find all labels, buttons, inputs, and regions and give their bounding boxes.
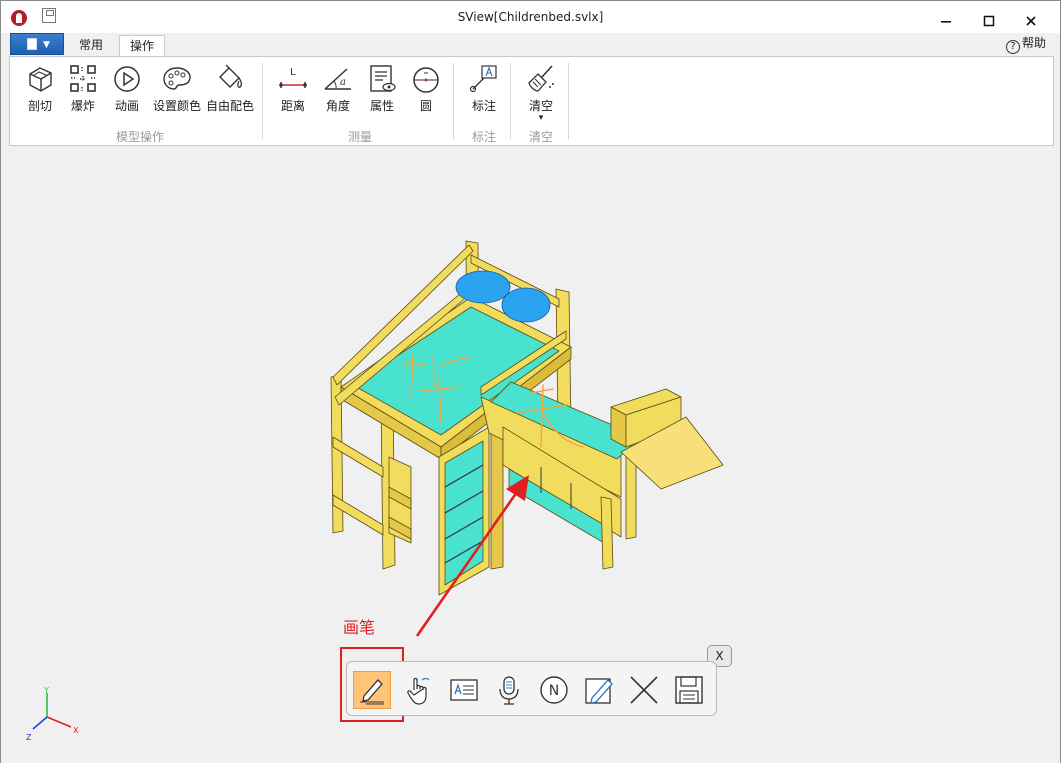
- section-label: 剖切: [27, 99, 52, 113]
- annotation-label: 画笔: [343, 618, 376, 637]
- close-icon: [1026, 16, 1036, 26]
- distance-glyph: L: [290, 67, 296, 78]
- distance-button[interactable]: L 距离: [273, 63, 313, 114]
- document-icon: [27, 38, 37, 50]
- circle-measure-icon: [413, 67, 439, 93]
- axis-z-label: Z: [26, 733, 32, 742]
- property-button[interactable]: 属性: [362, 63, 402, 114]
- free-color-label: 自由配色: [205, 99, 254, 113]
- angle-icon: a: [324, 68, 351, 90]
- axis-x-label: X: [73, 726, 79, 735]
- circle-button[interactable]: 圆: [406, 63, 446, 114]
- voice-note-button[interactable]: [490, 671, 528, 709]
- chevron-down-icon: ▼: [43, 40, 50, 50]
- edit-pencil-icon: [585, 678, 613, 704]
- minimize-icon: [941, 21, 951, 23]
- property-sheet-icon: [370, 65, 396, 92]
- animation-label: 动画: [114, 99, 139, 113]
- ribbon-panel: 剖切 爆炸 动画 设置颜色 自由配色 模型操作 L 距离 a 角度 属性 圆 测…: [9, 56, 1054, 146]
- free-color-button[interactable]: 自由配色: [205, 63, 255, 114]
- broom-icon: [528, 65, 554, 92]
- annotate-icon: [469, 65, 497, 93]
- angle-button[interactable]: a 角度: [318, 63, 358, 114]
- circle-label: 圆: [419, 99, 432, 113]
- group-label-model: 模型操作: [115, 130, 164, 144]
- save-disk-icon: [675, 676, 703, 704]
- window-title: SView[Childrenbed.svlx]: [457, 10, 604, 24]
- section-cube-icon: [29, 67, 52, 92]
- edit-tool-button[interactable]: [580, 671, 618, 709]
- delete-tool-button[interactable]: [625, 671, 663, 709]
- note-glyph: N: [549, 683, 559, 699]
- axis-y-label: Y: [43, 687, 49, 695]
- pen-icon: [360, 679, 384, 705]
- annotate-button[interactable]: 标注: [464, 63, 504, 114]
- clear-button[interactable]: 清空 ▾: [521, 63, 561, 123]
- chevron-down-icon[interactable]: ▾: [521, 114, 561, 123]
- note-button[interactable]: N: [535, 671, 573, 709]
- tab-common[interactable]: 常用: [71, 35, 111, 57]
- text-box-icon: [450, 679, 478, 701]
- clear-label: 清空: [528, 99, 553, 113]
- property-label: 属性: [369, 99, 394, 113]
- annotation-arrow: [415, 475, 529, 637]
- pen-tool-button[interactable]: [353, 671, 391, 709]
- set-color-label: 设置颜色: [152, 99, 201, 113]
- markup-toolbar: N: [346, 661, 717, 716]
- help-button[interactable]: ? 帮助: [1006, 35, 1046, 54]
- distance-label: 距离: [280, 99, 305, 113]
- animation-button[interactable]: 动画: [107, 63, 147, 114]
- microphone-icon: [499, 676, 519, 705]
- text-note-button[interactable]: [445, 671, 483, 709]
- play-icon: [114, 66, 140, 92]
- title-bar: SView[Childrenbed.svlx]: [1, 1, 1060, 33]
- cross-icon: [630, 676, 658, 704]
- group-label-annotate: 标注: [471, 130, 496, 144]
- group-label-measure: 测量: [347, 130, 372, 144]
- save-tool-button[interactable]: [670, 671, 708, 709]
- group-label-clear: 清空: [528, 130, 553, 144]
- section-button[interactable]: 剖切: [20, 63, 60, 114]
- group-separator: [568, 63, 569, 139]
- explode-button[interactable]: 爆炸: [63, 63, 103, 114]
- group-separator: [453, 63, 454, 139]
- help-label: 帮助: [1022, 36, 1047, 50]
- minimize-button[interactable]: [936, 15, 956, 29]
- maximize-button[interactable]: [979, 15, 999, 29]
- hand-pointer-icon: [407, 677, 430, 705]
- paint-bucket-icon: [219, 64, 243, 88]
- group-separator: [510, 63, 511, 139]
- file-menu-button[interactable]: ▼: [10, 33, 64, 55]
- tab-operations[interactable]: 操作: [119, 35, 165, 58]
- app-window: SView[Childrenbed.svlx] ▼ 常用 操作 ?帮助 剖切: [0, 0, 1061, 763]
- close-button[interactable]: [1021, 15, 1041, 29]
- hand-tool-button[interactable]: [399, 671, 437, 709]
- axis-triad: Y X Z: [26, 687, 79, 742]
- explode-icon: [70, 65, 96, 92]
- maximize-icon: [983, 15, 995, 27]
- note-circle-icon: N: [540, 676, 568, 704]
- distance-icon: L: [279, 67, 307, 88]
- palette-icon: [163, 67, 191, 90]
- set-color-button[interactable]: 设置颜色: [151, 63, 203, 114]
- help-icon: ?: [1006, 40, 1020, 54]
- group-separator: [262, 63, 263, 139]
- angle-glyph: a: [340, 77, 346, 88]
- annotate-label: 标注: [471, 99, 496, 113]
- explode-label: 爆炸: [70, 99, 95, 113]
- angle-label: 角度: [325, 99, 350, 113]
